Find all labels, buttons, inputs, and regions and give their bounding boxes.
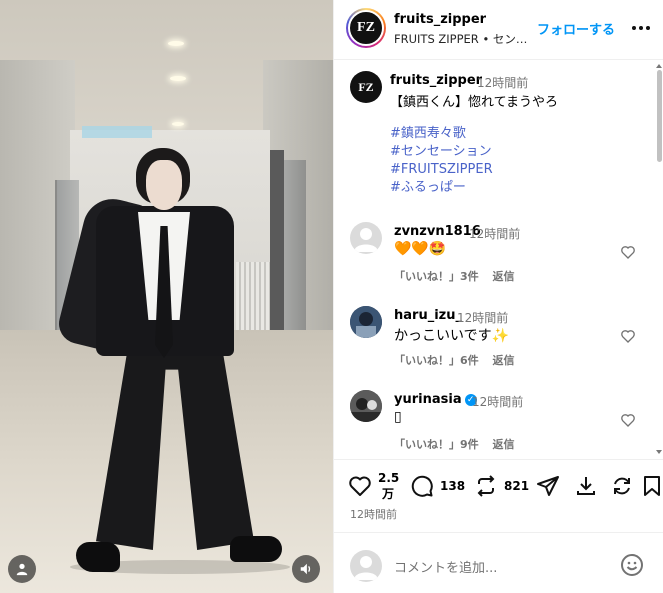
share-button[interactable] <box>536 474 560 498</box>
comment-text: かっこいいです✨ <box>394 328 510 344</box>
comment-time: 12時間前 <box>469 227 521 241</box>
post-media[interactable] <box>0 0 333 593</box>
avatar-logo: FZ <box>348 10 384 46</box>
hashtag-link[interactable]: #FRUITSZIPPER <box>390 161 493 179</box>
comment-count: 138 <box>440 479 466 493</box>
comment-meta: 「いいね！」3件 返信 <box>394 268 525 284</box>
comment-item: haru_izu_ 12時間前 かっこいいです✨ 「いいね！」6件 返信 <box>334 306 654 386</box>
user-icon <box>16 563 28 576</box>
hashtag-link[interactable]: #センセーション <box>390 143 493 161</box>
heart-icon <box>349 476 371 496</box>
photo-avatar <box>350 306 382 338</box>
comment-meta: 「いいね！」9件 返信 <box>394 436 525 452</box>
bookmark-icon <box>644 476 660 496</box>
photo-ceiling-light <box>170 76 186 81</box>
comment-meta: 「いいね！」6件 返信 <box>394 352 525 368</box>
photo-ceiling-light <box>172 122 184 126</box>
share-icon <box>537 476 559 496</box>
person-shoe <box>76 542 120 572</box>
scroll-down-arrow-icon[interactable] <box>656 450 662 454</box>
save-button[interactable] <box>640 474 663 498</box>
repost-icon <box>477 475 495 497</box>
post-sidebar: FZ fruits_zipper FRUITS ZIPPER • センセーション… <box>333 0 663 593</box>
comment-avatar[interactable] <box>350 390 382 422</box>
more-icon <box>632 26 636 30</box>
comment-like-icon[interactable] <box>620 244 636 260</box>
audio-subtitle[interactable]: FRUITS ZIPPER • センセーション <box>394 31 532 47</box>
more-options-button[interactable] <box>630 18 652 38</box>
like-count[interactable]: 2.5 万 <box>378 470 399 502</box>
reply-button[interactable]: 返信 <box>493 270 515 283</box>
comment-likes[interactable]: 「いいね！」9件 <box>394 438 479 451</box>
comment-like-icon[interactable] <box>620 328 636 344</box>
volume-icon <box>300 563 311 575</box>
post-header: FZ fruits_zipper FRUITS ZIPPER • センセーション… <box>334 0 663 60</box>
download-icon <box>577 477 595 495</box>
hashtag-list: #鎮西寿々歌 #センセーション #FRUITSZIPPER #ふるっぱー <box>390 125 493 197</box>
hashtag-link[interactable]: #鎮西寿々歌 <box>390 125 493 143</box>
photo-avatar <box>350 390 382 422</box>
comments-scroll-area[interactable]: FZ fruits_zipper 12時間前 【鎮西くん】惚れてまうやろ #鎮西… <box>334 61 663 459</box>
comment-likes[interactable]: 「いいね！」6件 <box>394 354 479 367</box>
caption-text: 【鎮西くん】惚れてまうやろ <box>390 95 558 110</box>
reply-button[interactable]: 返信 <box>493 438 515 451</box>
refresh-icon <box>614 477 630 495</box>
follow-button[interactable]: フォローする <box>537 19 615 38</box>
default-avatar-icon <box>354 556 378 580</box>
comment-icon <box>411 475 433 497</box>
refresh-button[interactable] <box>610 474 634 498</box>
repost-button[interactable]: 821 <box>474 474 529 498</box>
comment-username[interactable]: yurinasia ✓ <box>394 392 477 407</box>
caption-time: 12時間前 <box>477 76 529 90</box>
person-shoe <box>230 536 282 562</box>
photo-elevator-right <box>284 160 306 350</box>
comment-avatar[interactable] <box>350 306 382 338</box>
comment-button[interactable]: 138 <box>410 474 465 498</box>
emoji-icon[interactable] <box>620 553 644 577</box>
comment-input[interactable]: コメントを追加... <box>394 557 497 576</box>
comment-username-text[interactable]: yurinasia <box>394 392 462 407</box>
comment-like-icon[interactable] <box>620 412 636 428</box>
add-comment-bar: コメントを追加... <box>334 532 663 593</box>
like-button[interactable] <box>348 474 372 498</box>
comment-item: yurinasia ✓ 12時間前 ▯ 「いいね！」9件 返信 <box>334 390 654 459</box>
photo-radiator <box>236 262 270 334</box>
comment-text: 🧡🧡🤩 <box>394 241 447 257</box>
comment-username[interactable]: haru_izu_ <box>394 308 462 323</box>
scrollbar-thumb[interactable] <box>657 70 662 162</box>
comment-avatar[interactable] <box>350 222 382 254</box>
caption-username[interactable]: fruits_zipper <box>390 73 482 88</box>
photo-ceiling-light <box>168 41 184 46</box>
comment-text: ▯ <box>394 409 402 425</box>
default-avatar-icon <box>354 228 378 252</box>
repost-count: 821 <box>504 479 530 493</box>
photo-ceiling-vent <box>82 126 152 138</box>
caption-avatar[interactable]: FZ <box>350 71 382 103</box>
mute-button[interactable] <box>292 555 320 583</box>
comment-likes[interactable]: 「いいね！」3件 <box>394 270 479 283</box>
person-face <box>146 160 182 210</box>
comment-username[interactable]: zvnzvn1816 <box>394 224 481 239</box>
download-button[interactable] <box>574 474 598 498</box>
comment-time: 12時間前 <box>472 395 524 409</box>
scroll-up-arrow-icon[interactable] <box>656 64 662 68</box>
comment-item: zvnzvn1816 12時間前 🧡🧡🤩 「いいね！」3件 返信 <box>334 222 654 302</box>
comment-time: 12時間前 <box>457 311 509 325</box>
hashtag-link[interactable]: #ふるっぱー <box>390 179 493 197</box>
tagged-users-button[interactable] <box>8 555 36 583</box>
post-timestamp: 12時間前 <box>350 508 397 521</box>
reply-button[interactable]: 返信 <box>493 354 515 367</box>
profile-avatar[interactable]: FZ <box>346 8 386 48</box>
comments-scrollbar[interactable] <box>656 62 662 458</box>
header-username[interactable]: fruits_zipper <box>394 12 486 27</box>
photo-door-frame <box>270 150 284 350</box>
current-user-avatar <box>350 550 382 582</box>
